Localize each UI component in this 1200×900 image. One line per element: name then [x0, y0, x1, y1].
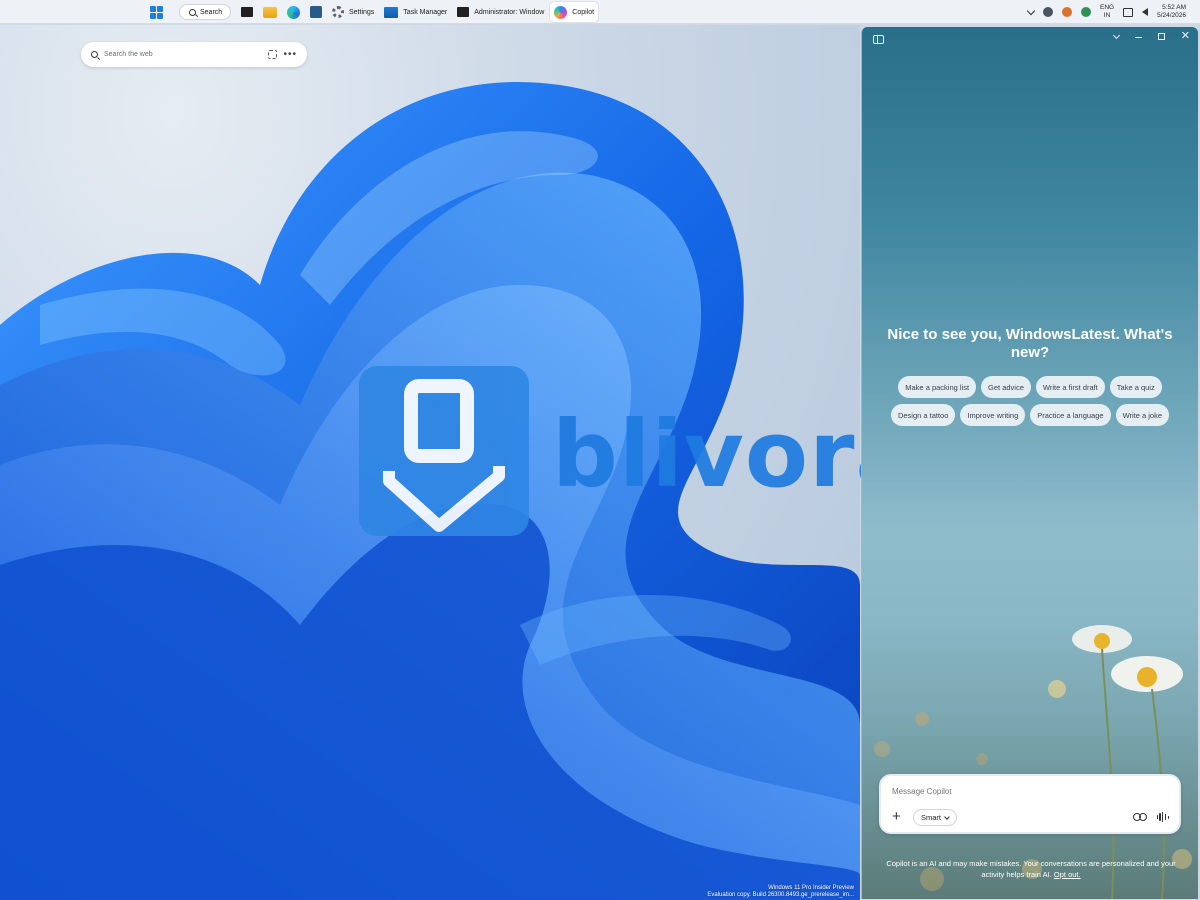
windows-logo-icon	[150, 5, 163, 19]
taskbar-terminal[interactable]: Administrator: Window	[453, 2, 548, 22]
terminal-icon	[241, 7, 253, 17]
add-attachment-button[interactable]: +	[892, 809, 901, 824]
message-composer[interactable]: Message Copilot + Smart	[879, 774, 1181, 834]
language-region: IN	[1103, 12, 1111, 19]
taskbar-task-manager-label: Task Manager	[403, 8, 448, 16]
web-search-bar[interactable]: Search the web •••	[81, 42, 307, 67]
store-icon	[310, 6, 322, 18]
update-icon[interactable]	[1061, 7, 1072, 17]
search-icon	[91, 51, 98, 58]
suggestion-chip[interactable]: Get advice	[981, 376, 1031, 398]
eval-build: Evaluation copy. Build 26300.8493.ge_pre…	[707, 892, 854, 898]
opt-out-link[interactable]: Opt out.	[1054, 870, 1081, 879]
minimize-icon[interactable]	[1134, 37, 1142, 39]
language-code: ENG	[1099, 4, 1115, 11]
evaluation-watermark: Windows 11 Pro Insider Preview Evaluatio…	[707, 885, 854, 899]
vision-icon[interactable]	[1133, 813, 1147, 821]
chevron-up-icon[interactable]	[1026, 6, 1036, 15]
gear-icon	[332, 6, 344, 18]
clock-date: 5/24/2026	[1157, 12, 1186, 19]
taskbar-search-button[interactable]: Search	[179, 4, 231, 20]
brand-logo-icon	[359, 366, 529, 536]
edge-icon	[287, 5, 300, 19]
chevron-down-icon[interactable]	[1112, 31, 1120, 40]
clock-time: 5:52 AM	[1162, 4, 1186, 11]
web-search-placeholder: Search the web	[104, 51, 153, 58]
more-options-icon[interactable]: •••	[283, 49, 297, 60]
suggestion-chip[interactable]: Make a packing list	[898, 376, 977, 398]
taskbar-copilot[interactable]: Copilot	[550, 2, 599, 22]
copilot-disclaimer: Copilot is an AI and may make mistakes. …	[876, 858, 1186, 880]
copilot-panel: ✕ Nice to see you, WindowsLatest. What's…	[861, 27, 1198, 899]
mode-label: Smart	[921, 813, 942, 822]
suggestion-chip[interactable]: Design a tattoo	[890, 404, 956, 426]
copilot-greeting: Nice to see you, WindowsLatest. What's n…	[887, 326, 1173, 361]
terminal-icon	[457, 7, 470, 17]
cloud-sync-icon[interactable]	[1042, 7, 1053, 17]
suggestion-chips: Make a packing list Get advice Write a f…	[872, 376, 1188, 426]
taskbar-settings[interactable]: Settings	[328, 2, 378, 22]
disclaimer-text: Copilot is an AI and may make mistakes. …	[886, 859, 1176, 879]
sidebar-toggle-icon[interactable]	[873, 35, 884, 44]
network-icon[interactable]	[1123, 7, 1134, 17]
message-input[interactable]: Message Copilot	[892, 787, 952, 796]
taskbar-apps: Search Settings Task Manager Administrat…	[146, 0, 600, 24]
volume-icon[interactable]	[1142, 8, 1149, 16]
taskbar: Search Settings Task Manager Administrat…	[0, 0, 1200, 24]
visual-search-icon[interactable]	[268, 50, 278, 59]
task-manager-icon	[384, 6, 399, 18]
folder-icon	[263, 6, 277, 18]
suggestion-chip[interactable]: Write a first draft	[1035, 376, 1105, 398]
taskbar-copilot-label: Copilot	[572, 8, 595, 16]
close-icon[interactable]: ✕	[1181, 31, 1190, 42]
voice-icon[interactable]	[1156, 812, 1169, 822]
suggestion-chip[interactable]: Practice a language	[1030, 404, 1111, 426]
background-flowers	[874, 625, 1192, 899]
taskbar-edge[interactable]	[283, 2, 304, 22]
taskbar-task-manager[interactable]: Task Manager	[380, 2, 451, 22]
language-indicator[interactable]: ENG IN	[1100, 4, 1114, 20]
suggestion-chip[interactable]: Take a quiz	[1109, 376, 1162, 398]
start-button[interactable]	[146, 2, 167, 22]
copilot-titlebar: ✕	[862, 27, 1198, 49]
taskbar-file-explorer[interactable]	[259, 2, 281, 22]
copilot-icon	[554, 5, 568, 19]
taskbar-settings-label: Settings	[349, 8, 375, 16]
eval-edition: Windows 11 Pro Insider Preview	[768, 885, 854, 891]
mode-selector[interactable]: Smart	[913, 809, 958, 826]
taskbar-terminal-label: Administrator: Window	[474, 8, 545, 16]
search-icon	[189, 8, 196, 16]
suggestion-chip[interactable]: Improve writing	[960, 404, 1026, 426]
security-icon[interactable]	[1080, 7, 1091, 17]
clock[interactable]: 5:52 AM 5/24/2026	[1157, 4, 1186, 20]
chevron-down-icon	[944, 813, 950, 820]
system-tray: ENG IN 5:52 AM 5/24/2026	[1026, 0, 1200, 24]
taskbar-store[interactable]	[306, 2, 326, 22]
maximize-icon[interactable]	[1157, 33, 1165, 40]
window-controls: ✕	[1112, 31, 1190, 42]
suggestion-chip[interactable]: Write a joke	[1115, 404, 1170, 426]
taskbar-search-label: Search	[200, 8, 223, 16]
taskbar-terminal-pin[interactable]	[237, 2, 257, 22]
